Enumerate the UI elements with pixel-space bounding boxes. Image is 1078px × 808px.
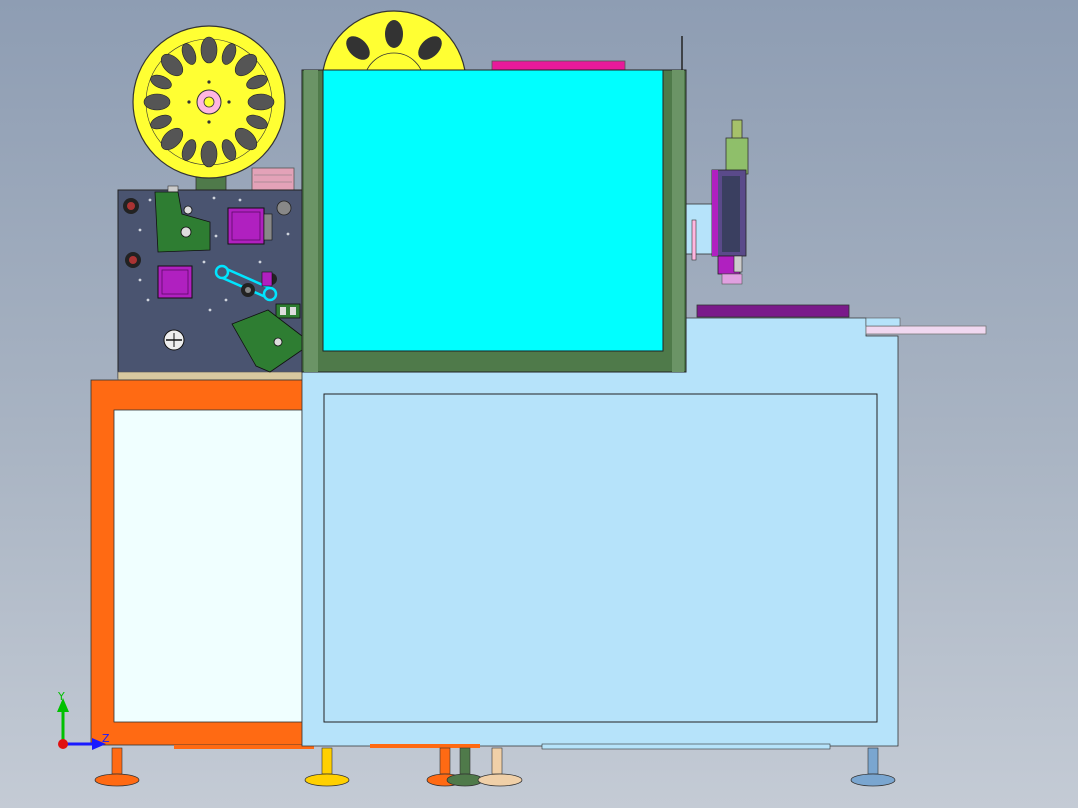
pink-spacer-block: [251, 167, 295, 191]
orange-frame: [90, 379, 314, 749]
machine-drawing: Y Z: [57, 10, 987, 787]
foot-blue-right: [850, 747, 896, 787]
output-tray: [865, 325, 987, 335]
foot-orange-left: [94, 747, 140, 787]
axis-z-label: Z: [102, 732, 110, 745]
purple-feed-plate: [696, 304, 850, 318]
foot-yellow: [304, 747, 350, 787]
main-cabinet: [301, 317, 899, 750]
sensor-block: [261, 271, 273, 287]
cad-viewport[interactable]: Y Z: [0, 0, 1078, 808]
viewing-window: [301, 69, 687, 373]
rotary-knob-icon: [163, 329, 185, 351]
left-reel-icon: [132, 25, 286, 193]
axis-y-label: Y: [57, 690, 65, 703]
leveling-feet: [94, 744, 896, 787]
cabinet-door-panel: [323, 393, 878, 723]
control-panel: [117, 185, 305, 381]
pneumatic-actuator: [685, 119, 749, 285]
stepper-motor-lower: [157, 265, 193, 299]
green-connector: [275, 303, 301, 319]
foot-cluster: [370, 744, 523, 787]
